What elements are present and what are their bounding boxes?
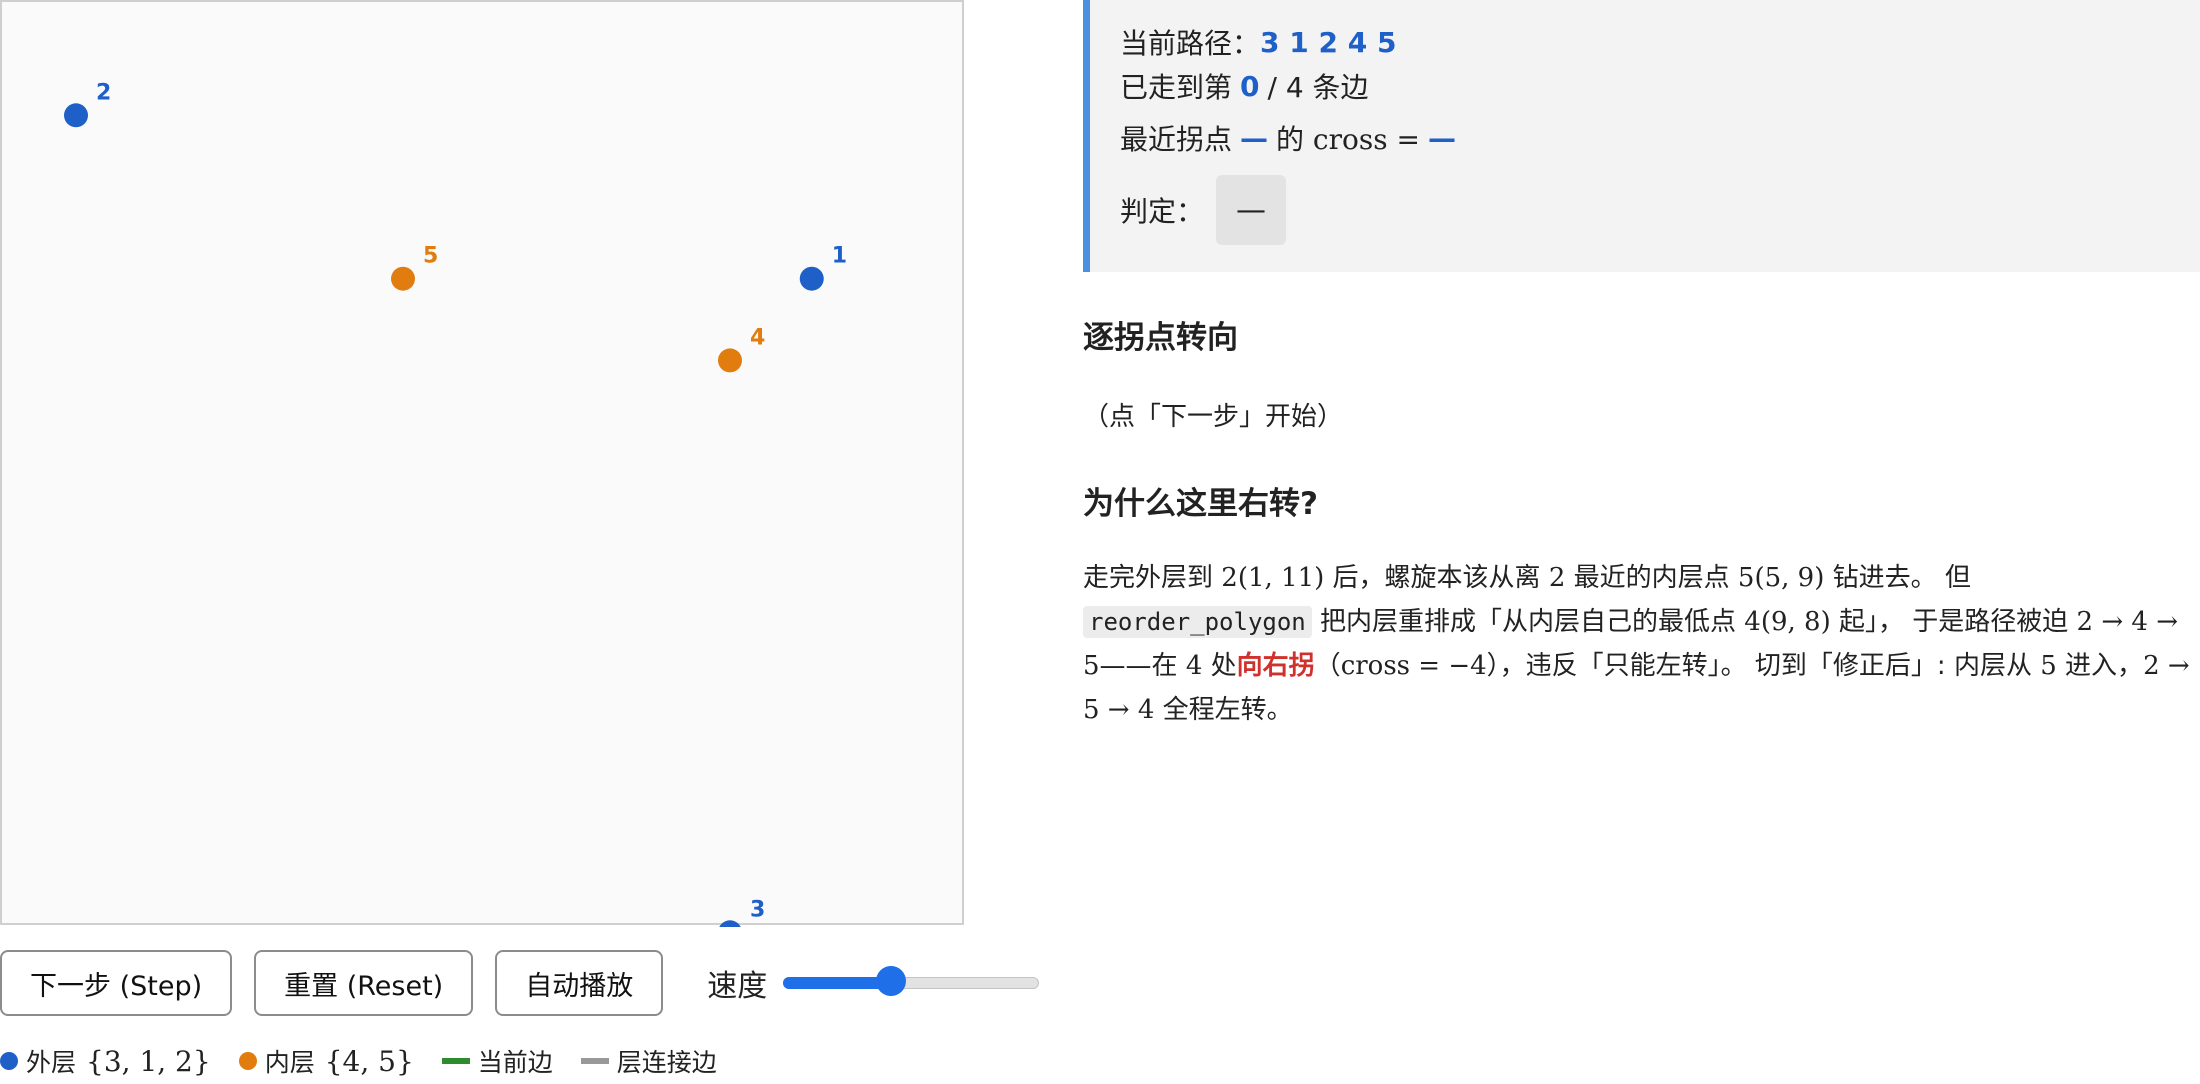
speed-fill [783, 977, 891, 989]
point-3 [719, 920, 741, 927]
explain-text: 把内层重排成「从内层自己的最低点 [1320, 607, 1737, 637]
explain-text: 钻进去。 但 [1832, 563, 1971, 593]
legend-outer-set: {3, 1, 2} [86, 1044, 211, 1078]
legend: 外层 {3, 1, 2} 内层 {4, 5} 当前边 层连接边 [0, 1043, 745, 1079]
explain-text: 起」， 于是路径被迫 [1839, 607, 2069, 637]
verdict-row: 判定： — [1120, 168, 2200, 252]
legend-outer-label: 外层 [26, 1048, 77, 1077]
control-bar: 下一步 (Step) 重置 (Reset) 自动播放 速度 [0, 950, 1040, 1016]
explain-math: 2(1, 11) [1221, 563, 1325, 593]
speed-slider[interactable] [783, 966, 1040, 996]
why-heading: 为什么这里右转? [1083, 486, 1318, 522]
turn-point: — [1240, 121, 1269, 155]
explain-text: 进入， [2065, 651, 2144, 681]
layer-edge-line-icon [580, 1058, 609, 1064]
explain-math: 4(9, 8) [1744, 607, 1831, 637]
explain-math: 2 [1548, 563, 1566, 593]
progress-row: 已走到第 0 / 4 条边 [1120, 64, 2200, 108]
reset-button[interactable]: 重置 (Reset) [254, 950, 474, 1016]
legend-outer: 外层 {3, 1, 2} [0, 1043, 211, 1079]
explain-text: 最近的内层点 [1573, 563, 1730, 593]
legend-inner-set: {4, 5} [324, 1044, 414, 1078]
step-button[interactable]: 下一步 (Step) [0, 950, 233, 1016]
explain-text: 全程左转。 [1162, 695, 1293, 725]
point-label-1: 1 [832, 244, 847, 269]
speed-label: 速度 [707, 969, 768, 1004]
explain-text: ——在 [1099, 651, 1178, 681]
current-edge-line-icon [441, 1058, 470, 1064]
inner-dot-icon [238, 1052, 257, 1070]
legend-current-edge: 当前边 [441, 1043, 553, 1079]
explain-math: 4 [1185, 651, 1203, 681]
explanation-paragraph: 走完外层到 2(1, 11) 后，螺旋本该从离 2 最近的内层点 5(5, 9)… [1083, 556, 2193, 732]
point-4 [718, 348, 742, 373]
code-snippet: reorder_polygon [1083, 606, 1312, 638]
point-2 [64, 103, 88, 128]
turns-heading: 逐拐点转向 [1083, 320, 1238, 356]
explain-text: ），违反「只能左转」。 切到「修正后」: 内层从 [1486, 651, 2032, 681]
legend-inner: 内层 {4, 5} [238, 1043, 414, 1079]
verdict-label: 判定： [1120, 195, 1205, 228]
turns-hint: （点「下一步」开始） [1083, 402, 1344, 432]
point-label-5: 5 [423, 244, 438, 269]
speed-thumb[interactable] [875, 966, 906, 996]
path-row: 当前路径： 3 1 2 4 5 [1120, 20, 2200, 64]
point-1 [799, 266, 824, 291]
path-label: 当前路径： [1120, 27, 1261, 60]
point-label-3: 3 [750, 897, 765, 922]
outer-dot-icon [0, 1052, 18, 1070]
progress-suffix: / 4 条边 [1267, 71, 1369, 104]
path-value: 3 1 2 4 5 [1260, 25, 1397, 59]
progress-value: 0 [1240, 69, 1260, 103]
status-panel: 当前路径： 3 1 2 4 5 已走到第 0 / 4 条边 最近拐点 — 的 c… [1083, 0, 2200, 272]
point-5 [391, 266, 415, 291]
explain-math: cross = −4 [1340, 651, 1487, 681]
right-turn-highlight: 向右拐 [1236, 651, 1315, 681]
explain-text: 处 [1210, 651, 1237, 681]
turn-cross-label: 的 cross = [1276, 123, 1420, 156]
turn-cross-value: — [1427, 121, 1456, 155]
point-label-2: 2 [96, 80, 111, 105]
explain-text: （ [1314, 651, 1341, 681]
point-label-4: 4 [750, 325, 765, 350]
spiral-canvas[interactable]: 1 2 3 4 5 [0, 0, 964, 927]
legend-current-edge-label: 当前边 [477, 1048, 553, 1077]
autoplay-button[interactable]: 自动播放 [495, 950, 664, 1016]
verdict-badge: — [1216, 175, 1287, 245]
legend-inner-label: 内层 [264, 1048, 315, 1077]
turn-row: 最近拐点 — 的 cross = — [1120, 108, 2200, 168]
legend-layer-edge: 层连接边 [580, 1043, 717, 1079]
legend-layer-edge-label: 层连接边 [616, 1048, 717, 1077]
explain-math: 5 [2040, 651, 2057, 681]
explain-text: 走完外层到 [1083, 563, 1214, 593]
explain-text: 后，螺旋本该从离 [1332, 563, 1541, 593]
explain-math: 5(5, 9) [1737, 563, 1825, 593]
point-plot: 1 2 3 4 5 [64, 80, 847, 927]
progress-prefix: 已走到第 [1120, 71, 1233, 104]
turn-prefix: 最近拐点 [1120, 123, 1233, 156]
